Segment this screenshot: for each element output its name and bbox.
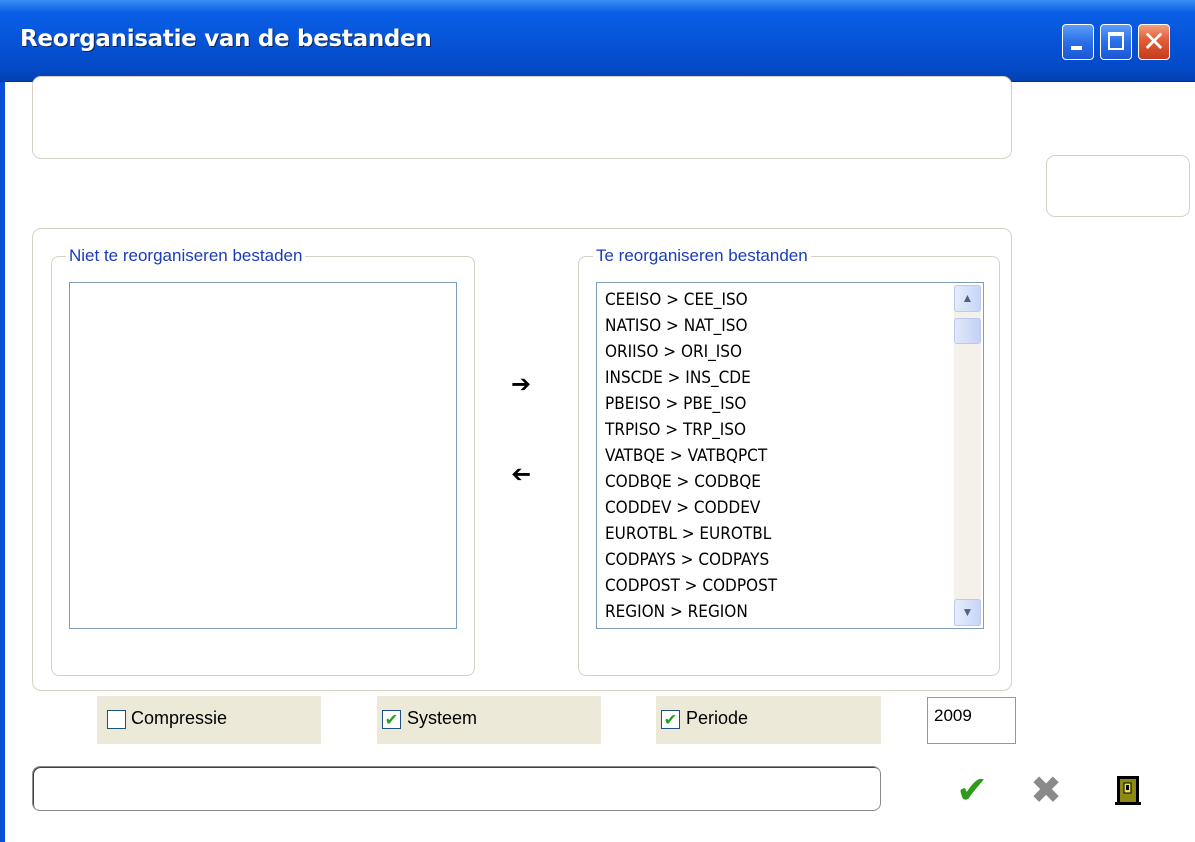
- close-button[interactable]: ✕: [1138, 24, 1170, 60]
- list-item[interactable]: ORIISO > ORI_ISO: [605, 339, 777, 365]
- list-item[interactable]: CODBQE > CODBQE: [605, 469, 777, 495]
- window-left-border: [0, 82, 5, 842]
- list-item[interactable]: REGION > REGION: [605, 599, 777, 625]
- group-reorganize-title: Te reorganiseren bestanden: [593, 246, 811, 266]
- maximize-button[interactable]: [1100, 24, 1132, 60]
- chevron-down-icon: ▼: [961, 605, 974, 619]
- minimize-icon: [1071, 46, 1082, 50]
- arrow-right-icon[interactable]: ➔: [511, 370, 531, 398]
- list-item[interactable]: PBEISO > PBE_ISO: [605, 391, 777, 417]
- periode-label: Periode: [686, 708, 749, 728]
- compressie-label: Compressie: [131, 708, 228, 728]
- door-icon[interactable]: [1115, 775, 1141, 805]
- periode-option[interactable]: ✔ Periode: [656, 696, 881, 744]
- list-item[interactable]: CODDEV > CODDEV: [605, 495, 777, 521]
- list-item[interactable]: INSCDE > INS_CDE: [605, 365, 777, 391]
- close-icon: ✕: [1142, 25, 1166, 58]
- checkmark-icon[interactable]: ✔: [952, 770, 992, 810]
- not-reorganize-list[interactable]: [69, 282, 457, 629]
- year-input[interactable]: 2009: [927, 697, 1016, 744]
- compressie-option[interactable]: Compressie: [97, 696, 321, 744]
- window-title: Reorganisatie van de bestanden: [20, 26, 432, 52]
- scroll-thumb[interactable]: [954, 318, 981, 344]
- maximize-icon: [1108, 32, 1124, 50]
- list-item[interactable]: CEEISO > CEE_ISO: [605, 287, 777, 313]
- reorganize-list[interactable]: CEEISO > CEE_ISO NATISO > NAT_ISO ORIISO…: [596, 282, 984, 629]
- list-item[interactable]: VATBQE > VATBQPCT: [605, 443, 777, 469]
- list-item[interactable]: TRPISO > TRP_ISO: [605, 417, 777, 443]
- systeem-checkbox[interactable]: ✔: [382, 710, 401, 729]
- cross-icon[interactable]: ✖: [1026, 770, 1066, 810]
- side-info-panel: [1046, 155, 1190, 217]
- arrow-left-icon[interactable]: ➔: [511, 460, 531, 488]
- reorganize-list-items: CEEISO > CEE_ISO NATISO > NAT_ISO ORIISO…: [605, 287, 777, 625]
- title-bar[interactable]: Reorganisatie van de bestanden ✕: [0, 0, 1195, 82]
- minimize-button[interactable]: [1062, 24, 1094, 60]
- systeem-label: Systeem: [407, 708, 478, 728]
- status-bar: [32, 766, 881, 811]
- systeem-option[interactable]: ✔ Systeem: [377, 696, 601, 744]
- list-item[interactable]: CODPOST > CODPOST: [605, 573, 777, 599]
- group-not-reorganize-title: Niet te reorganiseren bestaden: [66, 246, 306, 266]
- chevron-up-icon: ▲: [961, 291, 974, 305]
- list-item[interactable]: EUROTBL > EUROTBL: [605, 521, 777, 547]
- list-item[interactable]: NATISO > NAT_ISO: [605, 313, 777, 339]
- info-panel: [32, 76, 1012, 159]
- list-item[interactable]: CODPAYS > CODPAYS: [605, 547, 777, 573]
- scroll-down-button[interactable]: ▼: [954, 599, 981, 626]
- periode-checkbox[interactable]: ✔: [661, 710, 680, 729]
- compressie-checkbox[interactable]: [107, 710, 126, 729]
- scroll-up-button[interactable]: ▲: [954, 285, 981, 312]
- reorganize-list-scrollbar[interactable]: ▲ ▼: [954, 285, 981, 626]
